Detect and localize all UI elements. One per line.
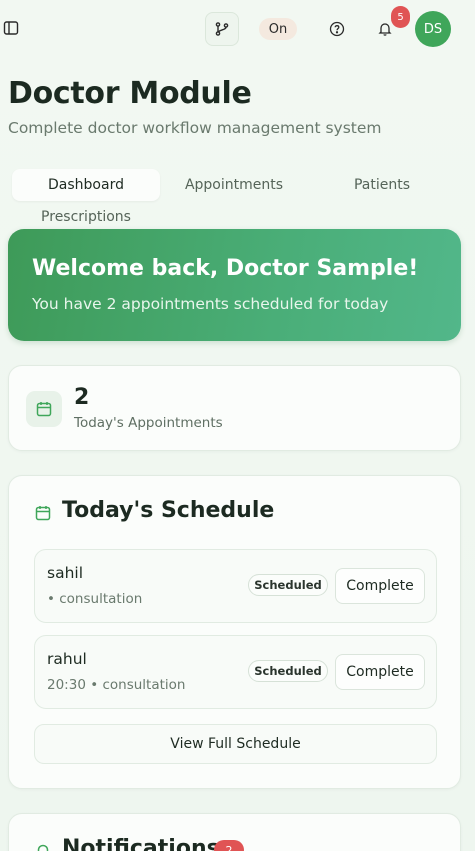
complete-button[interactable]: Complete: [335, 654, 425, 690]
git-branch-icon: [215, 22, 229, 36]
welcome-title: Welcome back, Doctor Sample!: [32, 256, 419, 281]
schedule-title: Today's Schedule: [62, 498, 275, 523]
schedule-card: Today's Schedule sahil • consultation Sc…: [8, 475, 461, 789]
complete-button[interactable]: Complete: [335, 568, 425, 604]
tab-appointments[interactable]: Appointments: [160, 169, 308, 201]
git-branch-button[interactable]: [205, 12, 239, 46]
view-full-schedule-button[interactable]: View Full Schedule: [34, 724, 437, 764]
status-badge: Scheduled: [248, 574, 328, 596]
tab-bar: Dashboard Appointments Patients Prescrip…: [8, 165, 460, 229]
appointment-item: sahil • consultation Scheduled Complete: [34, 549, 437, 623]
calendar-icon: [26, 391, 62, 427]
appointment-item: rahul 20:30 • consultation Scheduled Com…: [34, 635, 437, 709]
status-badge: Scheduled: [248, 660, 328, 682]
page-subtitle: Complete doctor workflow management syst…: [8, 119, 382, 137]
page-title: Doctor Module: [8, 76, 252, 111]
appointment-meta: • consultation: [47, 591, 143, 607]
notifications-count-badge: 2: [214, 840, 244, 851]
notifications-card: Notifications 2: [8, 813, 461, 851]
welcome-banner: Welcome back, Doctor Sample! You have 2 …: [8, 229, 461, 341]
notifications-title: Notifications: [62, 836, 220, 851]
sidebar-toggle-icon[interactable]: [2, 19, 20, 37]
stat-value: 2: [74, 385, 90, 410]
patient-name: sahil: [47, 564, 84, 582]
appointment-meta: 20:30 • consultation: [47, 677, 186, 693]
notification-count-badge: 5: [391, 6, 410, 28]
calendar-icon: [34, 504, 52, 522]
tab-patients[interactable]: Patients: [308, 169, 456, 201]
on-toggle-pill[interactable]: On: [259, 18, 297, 40]
tab-dashboard[interactable]: Dashboard: [12, 169, 160, 201]
top-bar: On 5 DS: [0, 0, 475, 58]
avatar[interactable]: DS: [415, 11, 451, 47]
patient-name: rahul: [47, 650, 87, 668]
stat-card-appointments: 2 Today's Appointments: [8, 365, 461, 451]
bell-icon: [34, 842, 52, 851]
stat-label: Today's Appointments: [74, 415, 223, 431]
help-circle-icon[interactable]: [327, 19, 347, 39]
welcome-text: You have 2 appointments scheduled for to…: [32, 295, 389, 313]
